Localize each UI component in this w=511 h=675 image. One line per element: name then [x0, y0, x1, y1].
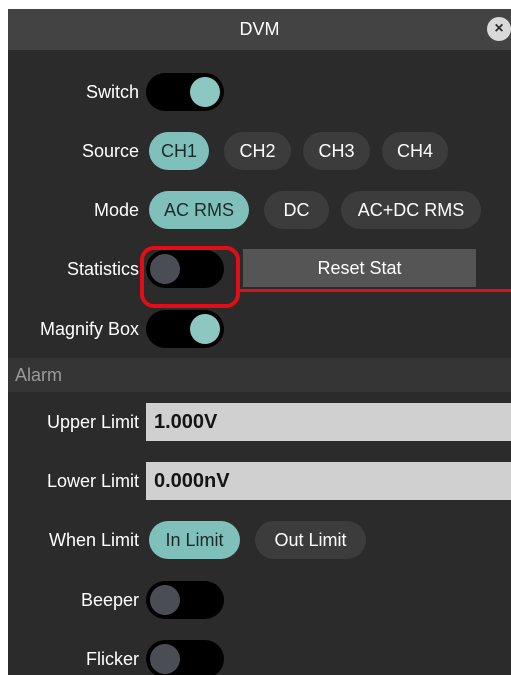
annotation-pointer-line	[238, 289, 511, 292]
mode-label: Mode	[93, 200, 139, 220]
mode-ac-rms-button[interactable]: AC RMS	[149, 191, 249, 229]
alarm-section-label: Alarm	[15, 364, 63, 385]
lower-limit-input[interactable]: 0.000nV	[146, 462, 511, 500]
flicker-toggle[interactable]	[146, 640, 224, 675]
lower-limit-label: Lower Limit	[46, 471, 139, 491]
dialog-title: DVM	[239, 19, 280, 39]
source-ch1-button[interactable]: CH1	[149, 132, 209, 170]
toggle-knob	[190, 77, 220, 107]
mode-dc-button[interactable]: DC	[264, 191, 329, 229]
toggle-knob	[190, 314, 220, 344]
annotation-highlight-ring	[140, 246, 240, 308]
dialog-titlebar: DVM	[8, 9, 511, 50]
beeper-toggle[interactable]	[146, 581, 224, 619]
magnify-box-toggle[interactable]	[146, 310, 224, 348]
when-limit-out-button[interactable]: Out Limit	[255, 521, 366, 559]
mode-ac-dc-rms-button[interactable]: AC+DC RMS	[341, 191, 481, 229]
statistics-label: Statistics	[66, 259, 139, 279]
magnify-box-label: Magnify Box	[39, 319, 139, 339]
when-limit-label: When Limit	[48, 530, 139, 550]
alarm-section-header: Alarm	[8, 358, 511, 392]
when-limit-in-button[interactable]: In Limit	[149, 521, 240, 559]
source-ch4-button[interactable]: CH4	[382, 132, 448, 170]
switch-label: Switch	[85, 82, 139, 102]
beeper-label: Beeper	[80, 590, 139, 610]
toggle-knob	[150, 585, 180, 615]
toggle-knob	[150, 644, 180, 674]
close-icon[interactable]: ×	[487, 17, 511, 41]
source-ch3-button[interactable]: CH3	[303, 132, 370, 170]
flicker-label: Flicker	[86, 649, 139, 669]
upper-limit-label: Upper Limit	[46, 412, 139, 432]
dvm-dialog: DVM × Switch Source CH1 CH2 CH3 CH4 Mode…	[8, 9, 511, 675]
switch-toggle[interactable]	[146, 73, 224, 111]
source-ch2-button[interactable]: CH2	[224, 132, 291, 170]
reset-stat-button[interactable]: Reset Stat	[243, 249, 476, 287]
source-label: Source	[81, 141, 139, 161]
upper-limit-value: 1.000V	[154, 410, 218, 433]
upper-limit-input[interactable]: 1.000V	[146, 403, 511, 441]
lower-limit-value: 0.000nV	[154, 469, 230, 492]
